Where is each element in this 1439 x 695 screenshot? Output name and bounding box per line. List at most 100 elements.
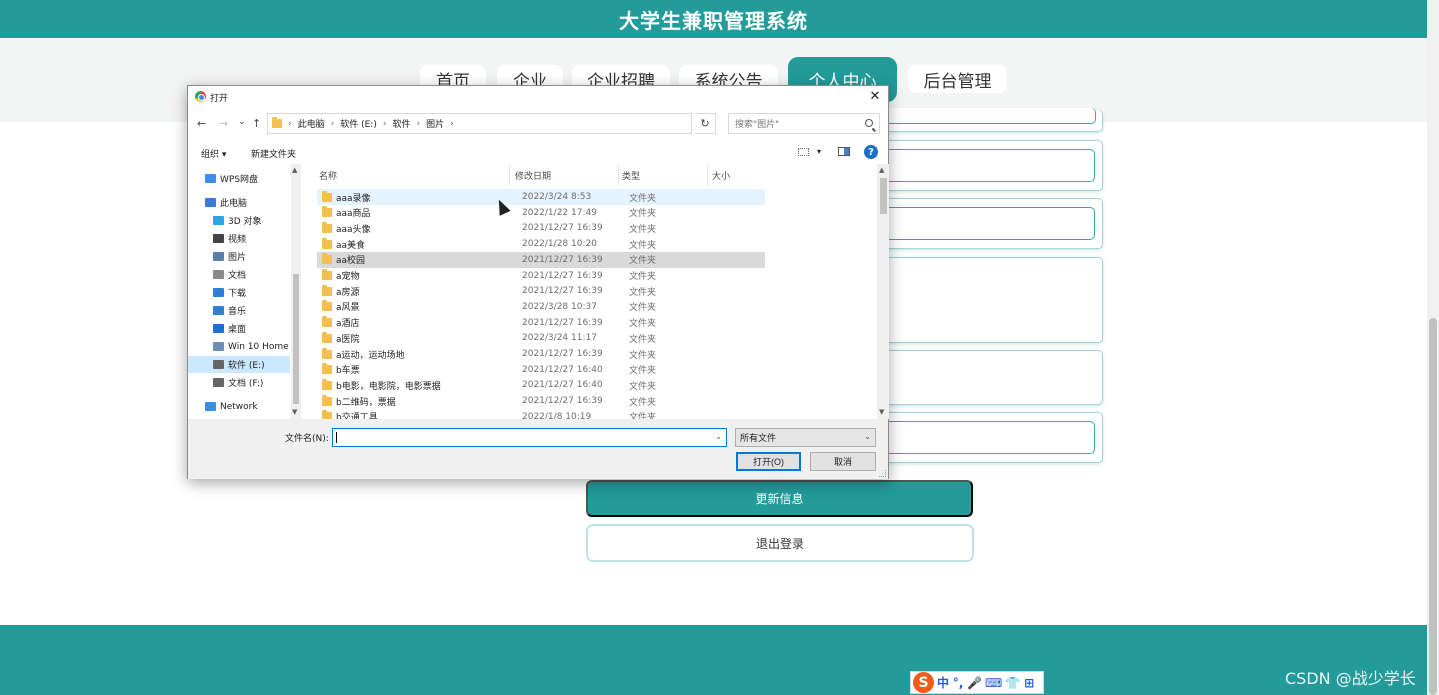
- page-scroll-thumb[interactable]: [1429, 318, 1437, 695]
- file-type: 文件夹: [629, 319, 657, 330]
- form-input[interactable]: [881, 421, 1095, 454]
- file-row[interactable]: b交通工具 2022/1/8 10:19 文件夹: [317, 409, 765, 419]
- scroll-up-icon[interactable]: ▲: [292, 166, 297, 174]
- view-dropdown[interactable]: ▾: [817, 147, 821, 156]
- sidebar-item[interactable]: 文档: [188, 266, 290, 283]
- file-type: 文件夹: [629, 224, 657, 235]
- column-date[interactable]: 修改日期: [515, 169, 551, 182]
- column-name[interactable]: 名称: [319, 169, 337, 182]
- sidebar-item[interactable]: 文档 (F:): [188, 374, 290, 391]
- breadcrumb-this-pc[interactable]: 此电脑: [298, 117, 325, 130]
- search-icon[interactable]: [865, 119, 873, 127]
- sidebar-scroll-thumb[interactable]: [293, 274, 299, 404]
- picture-icon: [213, 252, 224, 261]
- chrome-icon: [195, 91, 206, 102]
- sidebar-item[interactable]: Network: [188, 398, 290, 415]
- forward-icon[interactable]: →: [219, 117, 228, 130]
- preview-pane-icon[interactable]: [838, 147, 850, 156]
- sidebar-item[interactable]: 软件 (E:): [188, 356, 290, 373]
- dialog-titlebar[interactable]: 打开 ✕: [188, 86, 888, 108]
- breadcrumb-software[interactable]: 软件: [392, 117, 410, 130]
- update-info-button[interactable]: 更新信息: [586, 480, 973, 517]
- file-name: aa美食: [336, 240, 366, 251]
- file-date: 2021/12/27 16:39: [522, 396, 603, 407]
- sidebar-item[interactable]: 此电脑: [188, 194, 290, 211]
- file-row[interactable]: a医院 2022/3/24 11:17 文件夹: [317, 330, 765, 346]
- sidebar-item[interactable]: 3D 对象: [188, 212, 290, 229]
- sidebar-item[interactable]: WPS网盘: [188, 170, 290, 187]
- filename-input[interactable]: ⌄: [332, 428, 727, 447]
- breadcrumb-drive-e[interactable]: 软件 (E:): [340, 117, 377, 130]
- file-type: 文件夹: [629, 287, 657, 298]
- logout-button[interactable]: 退出登录: [586, 524, 974, 562]
- sidebar-item-label: 下载: [228, 289, 247, 299]
- file-list-scroll-thumb[interactable]: [880, 178, 887, 214]
- file-row[interactable]: aaa商品 2022/1/22 17:49 文件夹: [317, 205, 765, 221]
- file-row[interactable]: b车票 2021/12/27 16:40 文件夹: [317, 362, 765, 378]
- keyboard-icon[interactable]: ⌨: [985, 676, 1002, 690]
- sidebar-item[interactable]: 视频: [188, 230, 290, 247]
- sidebar-scrollbar[interactable]: ▲ ▼: [291, 164, 301, 419]
- file-row[interactable]: a房源 2021/12/27 16:39 文件夹: [317, 283, 765, 299]
- scroll-up-icon[interactable]: ▲: [879, 166, 884, 174]
- sidebar-item[interactable]: 图片: [188, 248, 290, 265]
- form-row[interactable]: [872, 350, 1103, 405]
- file-row[interactable]: a运动，运动场地 2021/12/27 16:39 文件夹: [317, 346, 765, 362]
- file-row[interactable]: aa校园 2021/12/27 16:39 文件夹: [317, 251, 765, 268]
- page-scrollbar[interactable]: [1427, 0, 1439, 695]
- file-list-scrollbar[interactable]: ▲ ▼: [877, 164, 889, 419]
- skin-icon[interactable]: 👕: [1005, 676, 1020, 690]
- dialog-footer: 文件名(N): ⌄ 所有文件 ⌄ 打开(O) 取消: [188, 419, 888, 479]
- file-row[interactable]: aaa录像 2022/3/24 8:53 文件夹: [317, 189, 765, 205]
- file-row[interactable]: aaa头像 2021/12/27 16:39 文件夹: [317, 220, 765, 236]
- view-options-icon[interactable]: [798, 148, 809, 156]
- scroll-down-icon[interactable]: ▼: [292, 408, 297, 416]
- form-input[interactable]: [881, 207, 1095, 240]
- form-row[interactable]: [872, 257, 1103, 343]
- form-input[interactable]: [881, 108, 1096, 124]
- column-size[interactable]: 大小: [712, 169, 730, 182]
- file-row[interactable]: a宠物 2021/12/27 16:39 文件夹: [317, 268, 765, 284]
- punctuation-icon[interactable]: °,: [952, 676, 964, 690]
- file-row[interactable]: aa美食 2022/1/28 10:20 文件夹: [317, 236, 765, 252]
- chevron-down-icon[interactable]: ⌄: [715, 432, 722, 441]
- file-type: 文件夹: [629, 366, 657, 377]
- open-button[interactable]: 打开(O): [736, 452, 801, 471]
- file-row[interactable]: b电影，电影院，电影票据 2021/12/27 16:40 文件夹: [317, 377, 765, 393]
- ime-mode[interactable]: 中: [937, 674, 949, 691]
- recent-locations-icon[interactable]: ⌄: [238, 117, 246, 127]
- file-type-select[interactable]: 所有文件 ⌄: [735, 428, 876, 447]
- sidebar-item[interactable]: Win 10 Home: [188, 338, 290, 355]
- chevron-down-icon[interactable]: ⌄: [864, 432, 871, 441]
- file-row[interactable]: b二维码，票据 2021/12/27 16:39 文件夹: [317, 393, 765, 409]
- filename-label: 文件名(N):: [285, 434, 329, 444]
- organize-button[interactable]: 组织 ▾: [201, 147, 226, 160]
- breadcrumb-pictures[interactable]: 图片: [426, 117, 444, 130]
- sidebar-item[interactable]: 下载: [188, 284, 290, 301]
- sogou-logo-icon[interactable]: S: [913, 672, 934, 693]
- address-bar[interactable]: › 此电脑 › 软件 (E:) › 软件 › 图片 › ⌄: [267, 113, 763, 134]
- scroll-down-icon[interactable]: ▼: [879, 408, 884, 416]
- nav-admin[interactable]: 后台管理: [908, 65, 1007, 93]
- toolbox-icon[interactable]: ⊞: [1023, 676, 1035, 690]
- column-type[interactable]: 类型: [622, 169, 640, 182]
- address-row: ← → ⌄ ↑ › 此电脑 › 软件 (E:) › 软件 › 图片 › ⌄ ↻ …: [188, 113, 888, 135]
- resize-grip-icon[interactable]: [879, 470, 886, 477]
- sidebar-item[interactable]: 音乐: [188, 302, 290, 319]
- sidebar-item[interactable]: 桌面: [188, 320, 290, 337]
- form-input[interactable]: [881, 149, 1095, 182]
- close-icon[interactable]: ✕: [867, 88, 883, 104]
- sidebar-item-label: 音乐: [228, 307, 247, 317]
- microphone-icon[interactable]: 🎤: [967, 676, 982, 690]
- search-input[interactable]: 搜索"图片": [728, 113, 880, 134]
- file-type: 文件夹: [629, 303, 657, 314]
- up-folder-icon[interactable]: ↑: [252, 117, 261, 130]
- back-icon[interactable]: ←: [197, 117, 206, 130]
- new-folder-button[interactable]: 新建文件夹: [251, 147, 296, 160]
- cancel-button[interactable]: 取消: [810, 452, 876, 471]
- refresh-icon[interactable]: ↻: [695, 113, 716, 134]
- ime-toolbar[interactable]: S 中 °, 🎤 ⌨ 👕 ⊞: [910, 671, 1044, 694]
- file-row[interactable]: a酒店 2021/12/27 16:39 文件夹: [317, 315, 765, 331]
- help-icon[interactable]: ?: [864, 145, 878, 159]
- file-row[interactable]: a风景 2022/3/28 10:37 文件夹: [317, 299, 765, 315]
